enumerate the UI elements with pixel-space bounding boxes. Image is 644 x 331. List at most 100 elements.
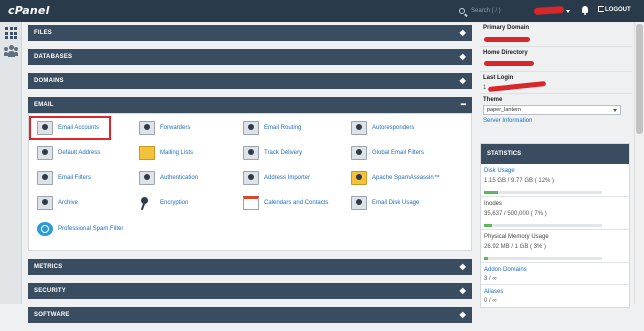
aliases-value: 0 / ∞: [484, 298, 497, 304]
redacted-directory: [484, 61, 534, 66]
expand-icon[interactable]: ◆: [460, 25, 466, 41]
mailing-lists-icon: [139, 146, 155, 160]
app-professional-spam-filter[interactable]: Professional Spam Filter: [37, 220, 123, 238]
user-menu[interactable]: [532, 5, 572, 17]
section-databases-title: DATABASES: [34, 54, 73, 60]
spamassassin-icon: [351, 171, 367, 185]
users-icon[interactable]: [4, 45, 18, 57]
stat-addon-domains[interactable]: Addon Domains 3 / ∞: [481, 263, 629, 285]
app-label: Archive: [58, 200, 79, 206]
scrollbar-thumb[interactable]: [636, 24, 643, 134]
stat-physical-memory: Physical Memory Usage 26.92 MB / 1 GB ( …: [481, 230, 629, 263]
home-directory-label: Home Directory: [483, 50, 528, 56]
app-label: Forwarders: [160, 125, 191, 131]
inodes-value: 35,637 / 500,000 ( 7% ): [484, 211, 547, 217]
email-disk-usage-icon: [351, 196, 367, 210]
track-delivery-icon: [243, 146, 259, 160]
key-icon: [139, 196, 155, 210]
app-forwarders[interactable]: Forwarders: [139, 119, 190, 137]
app-email-disk-usage[interactable]: Email Disk Usage: [351, 194, 419, 212]
section-email-title: EMAIL: [34, 102, 54, 108]
expand-icon[interactable]: ◆: [460, 73, 466, 89]
app-email-filters[interactable]: Email Filters: [37, 169, 91, 187]
global-email-filters-icon: [351, 146, 367, 160]
section-software-title: SOFTWARE: [34, 312, 70, 318]
section-databases[interactable]: DATABASES ◆: [28, 49, 472, 65]
app-label: Calendars and Contacts: [264, 200, 329, 206]
default-address-icon: [37, 146, 53, 160]
disk-usage-value: 1.15 GB / 9.77 GB ( 12% ): [484, 178, 555, 184]
section-email[interactable]: EMAIL ━: [28, 97, 472, 113]
app-label: Authentication: [160, 175, 199, 181]
app-label: Mailing Lists: [160, 150, 194, 156]
calendar-icon: [243, 196, 259, 210]
app-label: Email Filters: [58, 175, 92, 181]
statistics-panel: STATISTICS Disk Usage 1.15 GB / 9.77 GB …: [480, 143, 630, 308]
section-files[interactable]: FILES ◆: [28, 25, 472, 41]
theme-select[interactable]: paper_lantern: [483, 105, 621, 115]
app-label: Default Address: [58, 150, 101, 156]
addon-domains-label[interactable]: Addon Domains: [484, 267, 626, 273]
email-filters-icon: [37, 171, 53, 185]
search-input[interactable]: Search ( / ): [457, 4, 517, 18]
bell-icon[interactable]: [582, 6, 588, 15]
app-label: Email Routing: [264, 125, 302, 131]
cpanel-logo[interactable]: cPanel: [8, 4, 50, 17]
section-domains[interactable]: DOMAINS ◆: [28, 73, 472, 89]
app-authentication[interactable]: Authentication: [139, 169, 198, 187]
app-mailing-lists[interactable]: Mailing Lists: [139, 144, 193, 162]
app-email-routing[interactable]: Email Routing: [243, 119, 301, 137]
app-label: Address Importer: [264, 175, 311, 181]
app-calendars-and-contacts[interactable]: Calendars and Contacts: [243, 194, 328, 212]
section-software[interactable]: SOFTWARE ◆: [28, 307, 472, 323]
forwarders-icon: [139, 121, 155, 135]
addon-domains-value: 3 / ∞: [484, 276, 497, 282]
server-information-link[interactable]: Server Information: [483, 118, 632, 124]
app-encryption[interactable]: Encryption: [139, 194, 188, 212]
inodes-label: Inodes: [484, 201, 503, 207]
search-placeholder: Search ( / ): [471, 8, 501, 14]
primary-domain-label: Primary Domain: [483, 25, 530, 31]
expand-icon[interactable]: ◆: [460, 49, 466, 65]
app-label: Email Accounts: [58, 125, 100, 131]
last-login-prefix: 1: [483, 85, 487, 91]
app-track-delivery[interactable]: Track Delivery: [243, 144, 302, 162]
app-archive[interactable]: Archive: [37, 194, 78, 212]
top-bar: cPanel Search ( / ) LOGOUT: [0, 0, 644, 22]
stat-inodes: Inodes 35,637 / 500,000 ( 7% ): [481, 197, 629, 230]
inodes-fill: [484, 224, 493, 227]
stat-disk-usage[interactable]: Disk Usage 1.15 GB / 9.77 GB ( 12% ): [481, 164, 629, 197]
app-email-accounts[interactable]: Email Accounts: [37, 119, 99, 137]
authentication-icon: [139, 171, 155, 185]
app-label: Encryption: [160, 200, 189, 206]
page-scrollbar[interactable]: [634, 22, 644, 304]
main-content: FILES ◆ DATABASES ◆ DOMAINS ◆ EMAIL ━ Em…: [28, 22, 472, 331]
collapse-icon[interactable]: ━: [461, 97, 466, 113]
aliases-label[interactable]: Aliases: [484, 289, 626, 295]
caret-down-icon: [566, 10, 570, 13]
section-metrics[interactable]: METRICS ◆: [28, 259, 472, 275]
expand-icon[interactable]: ◆: [460, 259, 466, 275]
logout-button[interactable]: LOGOUT: [598, 6, 631, 13]
app-apache-spamassassin[interactable]: Apache SpamAssassin™: [351, 169, 440, 187]
left-rail: [0, 22, 22, 304]
app-default-address[interactable]: Default Address: [37, 144, 100, 162]
account-sidebar: Primary Domain Home Directory Last Login…: [480, 22, 632, 308]
redacted-username: [533, 5, 565, 16]
disk-usage-label[interactable]: Disk Usage: [484, 168, 626, 174]
archive-icon: [37, 196, 53, 210]
app-address-importer[interactable]: Address Importer: [243, 169, 310, 187]
app-global-email-filters[interactable]: Global Email Filters: [351, 144, 424, 162]
app-label: Global Email Filters: [372, 150, 425, 156]
redacted-login: [487, 80, 547, 93]
app-autoresponders[interactable]: Autoresponders: [351, 119, 414, 137]
app-label: Apache SpamAssassin™: [372, 175, 440, 181]
redacted-domain: [484, 37, 530, 42]
home-grid-icon[interactable]: [5, 27, 17, 39]
memory-value: 26.92 MB / 1 GB ( 3% ): [484, 244, 547, 250]
section-security[interactable]: SECURITY ◆: [28, 283, 472, 299]
autoresponders-icon: [351, 121, 367, 135]
expand-icon[interactable]: ◆: [460, 283, 466, 299]
expand-icon[interactable]: ◆: [460, 307, 466, 323]
disk-usage-bar: [484, 191, 602, 194]
